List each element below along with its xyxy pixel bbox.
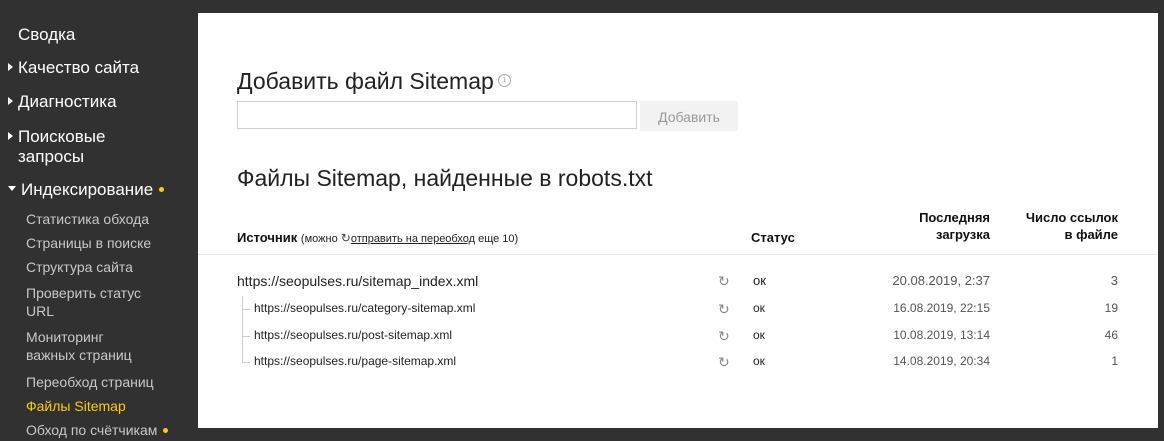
main-panel: Добавить файл Sitemap i Добавить Файлы Si… xyxy=(198,13,1158,428)
add-sitemap-title-text: Добавить файл Sitemap xyxy=(237,68,494,94)
sidebar-subitem-crawl-stats[interactable]: Статистика обхода xyxy=(26,210,149,228)
refresh-icon[interactable]: ↻ xyxy=(718,354,730,371)
sidebar-item-summary[interactable]: Сводка xyxy=(18,25,75,45)
sidebar-subitem-check-url-status[interactable]: Проверить статус URL xyxy=(26,284,141,320)
sidebar-subitem-counter-crawl[interactable]: Обход по счётчикам xyxy=(26,421,169,439)
sitemap-link-count: 19 xyxy=(1104,301,1118,315)
column-header-link-count: Число ссылок в файле xyxy=(998,209,1118,243)
column-header-last-line2: загрузка xyxy=(936,227,990,242)
column-header-links-line2: в файле xyxy=(1064,227,1118,242)
caret-right-icon xyxy=(8,96,13,105)
sidebar-item-search-queries[interactable]: Поисковые запросы xyxy=(8,127,105,167)
sitemap-last-download: 10.08.2019, 13:14 xyxy=(893,328,990,342)
sitemap-url[interactable]: https://seopulses.ru/sitemap_index.xml xyxy=(237,273,478,289)
sidebar-subitem-label-line2: важных страниц xyxy=(26,347,132,363)
sitemap-url-input[interactable] xyxy=(237,101,637,129)
recrawl-note: (можно ↻отправить на переобход еще 10) xyxy=(300,231,519,245)
refresh-icon[interactable]: ↻ xyxy=(718,328,730,345)
sidebar-item-diagnostics[interactable]: Диагностика xyxy=(8,92,117,112)
sidebar-subitem-monitoring[interactable]: Мониторинг важных страниц xyxy=(26,328,132,364)
sitemap-last-download: 16.08.2019, 22:15 xyxy=(893,301,990,315)
column-header-source: Источник (можно ↻отправить на переобход … xyxy=(237,230,518,245)
sitemap-status: ок xyxy=(753,301,765,315)
found-sitemaps-title: Файлы Sitemap, найденные в robots.txt xyxy=(237,165,653,191)
sidebar-item-indexing[interactable]: Индексирование xyxy=(8,180,165,200)
sitemap-last-download: 14.08.2019, 20:34 xyxy=(893,354,990,368)
caret-right-icon xyxy=(8,62,13,71)
add-sitemap-title: Добавить файл Sitemap i xyxy=(237,68,511,95)
sidebar-item-label-line2: запросы xyxy=(18,147,85,166)
header-divider xyxy=(198,254,1158,255)
sidebar-item-label: Поисковые xyxy=(18,127,106,146)
table-row: https://seopulses.ru/sitemap_index.xml ↻… xyxy=(198,273,1158,297)
column-header-source-label: Источник xyxy=(237,230,298,245)
sitemap-link-count: 46 xyxy=(1104,328,1118,342)
notification-dot xyxy=(163,427,169,433)
column-header-status: Статус xyxy=(751,230,795,245)
sitemap-link-count: 1 xyxy=(1111,354,1118,368)
sidebar: Сводка Качество сайта Диагностика Поиско… xyxy=(0,0,198,441)
column-header-links-line1: Число ссылок xyxy=(1025,210,1118,225)
recrawl-note-prefix: (можно xyxy=(300,233,338,245)
sidebar-subitem-sitemap-files[interactable]: Файлы Sitemap xyxy=(26,397,126,415)
sitemap-url[interactable]: https://seopulses.ru/category-sitemap.xm… xyxy=(254,301,475,315)
sitemap-url[interactable]: https://seopulses.ru/post-sitemap.xml xyxy=(254,328,452,342)
info-icon[interactable]: i xyxy=(497,74,511,88)
column-header-last-download: Последняя загрузка xyxy=(870,209,990,243)
table-row: https://seopulses.ru/page-sitemap.xml ↻ … xyxy=(198,354,1158,378)
table-row: https://seopulses.ru/category-sitemap.xm… xyxy=(198,301,1158,325)
sitemap-status: ок xyxy=(753,328,765,342)
sidebar-subitem-site-structure[interactable]: Структура сайта xyxy=(26,258,133,276)
sidebar-item-site-quality[interactable]: Качество сайта xyxy=(8,58,139,78)
sidebar-subitem-label-line2: URL xyxy=(26,303,55,319)
refresh-icon[interactable]: ↻ xyxy=(718,301,730,318)
sitemap-last-download: 20.08.2019, 2:37 xyxy=(892,273,990,288)
sidebar-subitem-label: Мониторинг xyxy=(26,329,104,345)
sitemap-url[interactable]: https://seopulses.ru/page-sitemap.xml xyxy=(254,354,456,368)
refresh-icon: ↻ xyxy=(340,231,351,245)
recrawl-note-suffix: еще 10) xyxy=(478,233,519,245)
table-row: https://seopulses.ru/post-sitemap.xml ↻ … xyxy=(198,328,1158,352)
sitemap-status: ок xyxy=(753,354,765,368)
sidebar-item-label: Качество сайта xyxy=(18,58,140,77)
column-header-last-line1: Последняя xyxy=(919,210,990,225)
sidebar-subitem-pages-in-search[interactable]: Страницы в поиске xyxy=(26,234,151,252)
sidebar-subitem-label: Проверить статус xyxy=(26,285,142,301)
sidebar-subitem-recrawl[interactable]: Переобход страниц xyxy=(26,373,154,391)
send-to-recrawl-link[interactable]: отправить на переобход xyxy=(351,233,475,245)
sitemap-status: ок xyxy=(753,273,766,288)
sidebar-subitem-label: Обход по счётчикам xyxy=(26,422,158,438)
notification-dot xyxy=(159,187,165,193)
sidebar-item-label: Индексирование xyxy=(21,180,154,199)
sidebar-item-label: Диагностика xyxy=(18,92,117,111)
sidebar-item-label: Сводка xyxy=(18,25,76,44)
add-button[interactable]: Добавить xyxy=(640,101,738,131)
caret-down-icon xyxy=(8,186,16,192)
refresh-icon[interactable]: ↻ xyxy=(718,273,730,290)
sitemap-link-count: 3 xyxy=(1110,273,1118,288)
caret-right-icon xyxy=(8,131,13,140)
